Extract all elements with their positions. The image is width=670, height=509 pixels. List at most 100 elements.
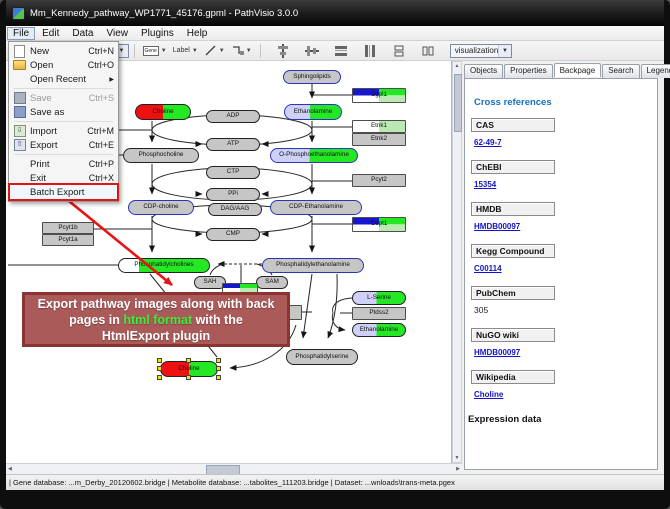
xref-section-hmdb: HMDB HMDB00097 <box>471 202 657 234</box>
pathway-node-adp[interactable]: ADP <box>206 110 260 123</box>
scroll-up-icon[interactable]: ▲ <box>453 63 461 69</box>
pathvisio-window: Mm_Kennedy_pathway_WP1771_45176.gpml - P… <box>0 0 670 509</box>
pathway-node-pcyt1a[interactable]: Pcyt1a <box>42 234 94 246</box>
pathway-node-ppi[interactable]: PPi <box>206 188 260 201</box>
pathway-node-phosphocholine[interactable]: Phosphocholine <box>123 148 199 163</box>
file-menu-item-open[interactable]: OpenCtrl+O <box>10 58 117 72</box>
scroll-right-icon[interactable]: ▶ <box>456 466 460 472</box>
menu-item-shortcut: Ctrl+O <box>88 60 114 70</box>
xref-link[interactable]: 15354 <box>474 180 496 189</box>
callout-line2-highlight: html format <box>123 313 192 327</box>
chevron-down-icon[interactable]: ▼ <box>192 48 198 54</box>
connector-icon <box>231 44 244 57</box>
menu-help[interactable]: Help <box>181 27 214 40</box>
xref-link[interactable]: 62-49-7 <box>474 138 502 147</box>
menu-plugins[interactable]: Plugins <box>135 27 180 40</box>
pathway-node-ethanolamine[interactable]: Ethanolamine <box>284 104 342 120</box>
pathway-node-cept1[interactable]: Cept1 <box>352 217 406 232</box>
pathway-node-ptdss2[interactable]: Ptdss2 <box>352 307 406 320</box>
scroll-left-icon[interactable]: ◀ <box>8 466 12 472</box>
visualization-combobox[interactable]: visualization ▼ <box>450 44 512 58</box>
xref-link[interactable]: HMDB00097 <box>474 222 520 231</box>
xref-link[interactable]: C00114 <box>474 264 502 273</box>
pathway-node-cdp-choline[interactable]: CDP-choline <box>128 200 194 215</box>
tab-backpage[interactable]: Backpage <box>554 63 602 77</box>
chevron-down-icon[interactable]: ▼ <box>219 48 225 54</box>
distribute-vertical-button[interactable] <box>361 43 379 59</box>
chevron-down-icon[interactable]: ▼ <box>246 48 252 54</box>
line-tool-button[interactable]: ▼ <box>202 43 227 59</box>
pathway-node-pcyt2[interactable]: Pcyt2 <box>352 174 406 187</box>
file-menu-item-save-as[interactable]: Save as <box>10 105 117 119</box>
pathway-node-phosphatidylcholines[interactable]: Phosphatidylcholines <box>118 258 210 273</box>
expression-data-heading: Expression data <box>468 414 657 425</box>
xref-link[interactable]: Choline <box>474 390 503 399</box>
align-center-icon <box>276 44 290 58</box>
open-folder-icon <box>13 60 26 71</box>
add-label-button[interactable]: Label ▼ <box>171 43 200 59</box>
file-menu-item-export[interactable]: ⇧ExportCtrl+E <box>10 138 117 152</box>
callout-line2: pages in <box>69 313 123 327</box>
canvas-vertical-scrollbar[interactable]: ▲ ▼ <box>452 61 462 463</box>
status-text: | Gene database: ...m_Derby_20120602.bri… <box>9 478 455 487</box>
menu-item-label: Open Recent <box>30 74 103 85</box>
chevron-down-icon[interactable]: ▼ <box>161 48 167 54</box>
menu-file[interactable]: File <box>7 27 35 40</box>
file-menu-item-exit[interactable]: ExitCtrl+X <box>10 171 117 185</box>
pathway-node-sphingolipids[interactable]: Sphingolipids <box>283 70 341 84</box>
menu-data[interactable]: Data <box>66 27 99 40</box>
pathway-node-etnk1[interactable]: Etnk1 <box>352 120 406 133</box>
new-document-icon <box>13 46 26 57</box>
pathway-node-atp[interactable]: ATP <box>206 138 260 151</box>
stack-horizontal-button[interactable] <box>419 43 437 59</box>
vertical-scroll-thumb[interactable] <box>454 74 462 132</box>
scroll-down-icon[interactable]: ▼ <box>453 455 461 461</box>
pathway-node-cdp-ethanolamine[interactable]: CDP-Ethanolamine <box>270 200 362 215</box>
menu-view[interactable]: View <box>100 27 134 40</box>
menu-item-label: Exit <box>30 173 83 184</box>
file-menu-item-print[interactable]: PrintCtrl+P <box>10 157 117 171</box>
pathway-node-pcyt1b[interactable]: Pcyt1b <box>42 222 94 234</box>
visualization-value: visualization <box>455 46 499 55</box>
connector-tool-button[interactable]: ▼ <box>229 43 254 59</box>
file-menu-item-new[interactable]: NewCtrl+N <box>10 44 117 58</box>
menu-item-shortcut: Ctrl+M <box>87 126 114 136</box>
pathway-node-dag-aag[interactable]: DAG/AAG <box>208 203 262 216</box>
file-menu-item-open-recent[interactable]: Open Recent▶ <box>10 72 117 86</box>
xref-source-name: HMDB <box>471 202 555 216</box>
stack-vertical-button[interactable] <box>390 43 408 59</box>
menu-edit[interactable]: Edit <box>36 27 65 40</box>
callout-line2-tail: with the <box>192 313 243 327</box>
align-middle-button[interactable] <box>303 43 321 59</box>
pathway-node-choline[interactable]: Choline <box>135 104 191 120</box>
chevron-down-icon[interactable]: ▼ <box>498 45 510 57</box>
add-gene-button[interactable]: Gene ▼ <box>141 43 169 59</box>
xref-section-cas: CAS62-49-7 <box>471 118 657 150</box>
title-bar[interactable]: Mm_Kennedy_pathway_WP1771_45176.gpml - P… <box>6 0 664 26</box>
file-menu-item-import[interactable]: ⇩ImportCtrl+M <box>10 124 117 138</box>
xref-link[interactable]: HMDB00097 <box>474 348 520 357</box>
xref-value: 305 <box>474 305 488 315</box>
backpage-panel[interactable]: Cross references CAS62-49-7ChEBI15354HMD… <box>464 78 658 470</box>
tab-objects[interactable]: Objects <box>464 64 503 78</box>
pathway-node-o-phosphoethanolamine[interactable]: O-Phosphoethanolamine <box>270 148 358 163</box>
file-menu-item-batch-export[interactable]: Batch Export <box>10 185 117 199</box>
distribute-horizontal-button[interactable] <box>332 43 350 59</box>
menu-separator <box>14 88 113 89</box>
pathway-node-ethanolamine[interactable]: Ethanolamine <box>352 323 406 337</box>
pathway-node-cmp[interactable]: CMP <box>206 228 260 241</box>
xref-source-name: Wikipedia <box>471 370 555 384</box>
pathway-node-l-serine[interactable]: L-Serine <box>352 291 406 305</box>
pathway-node-sam[interactable]: SAM <box>256 276 288 289</box>
pathway-node-choline[interactable]: Choline <box>160 361 218 377</box>
canvas-horizontal-scrollbar[interactable]: ◀ ▶ <box>6 463 462 474</box>
tab-properties[interactable]: Properties <box>504 64 552 78</box>
pathway-node-phosphatidylserine[interactable]: Phosphatidylserine <box>286 349 358 365</box>
pathway-node-sgpl1[interactable]: Sgpl1 <box>352 88 406 103</box>
align-center-button[interactable] <box>274 43 292 59</box>
tab-legend[interactable]: Legend <box>641 64 670 78</box>
pathway-node-etnk2[interactable]: Etnk2 <box>352 133 406 146</box>
tab-search[interactable]: Search <box>602 64 639 78</box>
pathway-node-ctp[interactable]: CTP <box>206 166 260 179</box>
pathway-node-phosphatidylethanolamine[interactable]: Phosphatidylethanolamine <box>262 258 364 273</box>
